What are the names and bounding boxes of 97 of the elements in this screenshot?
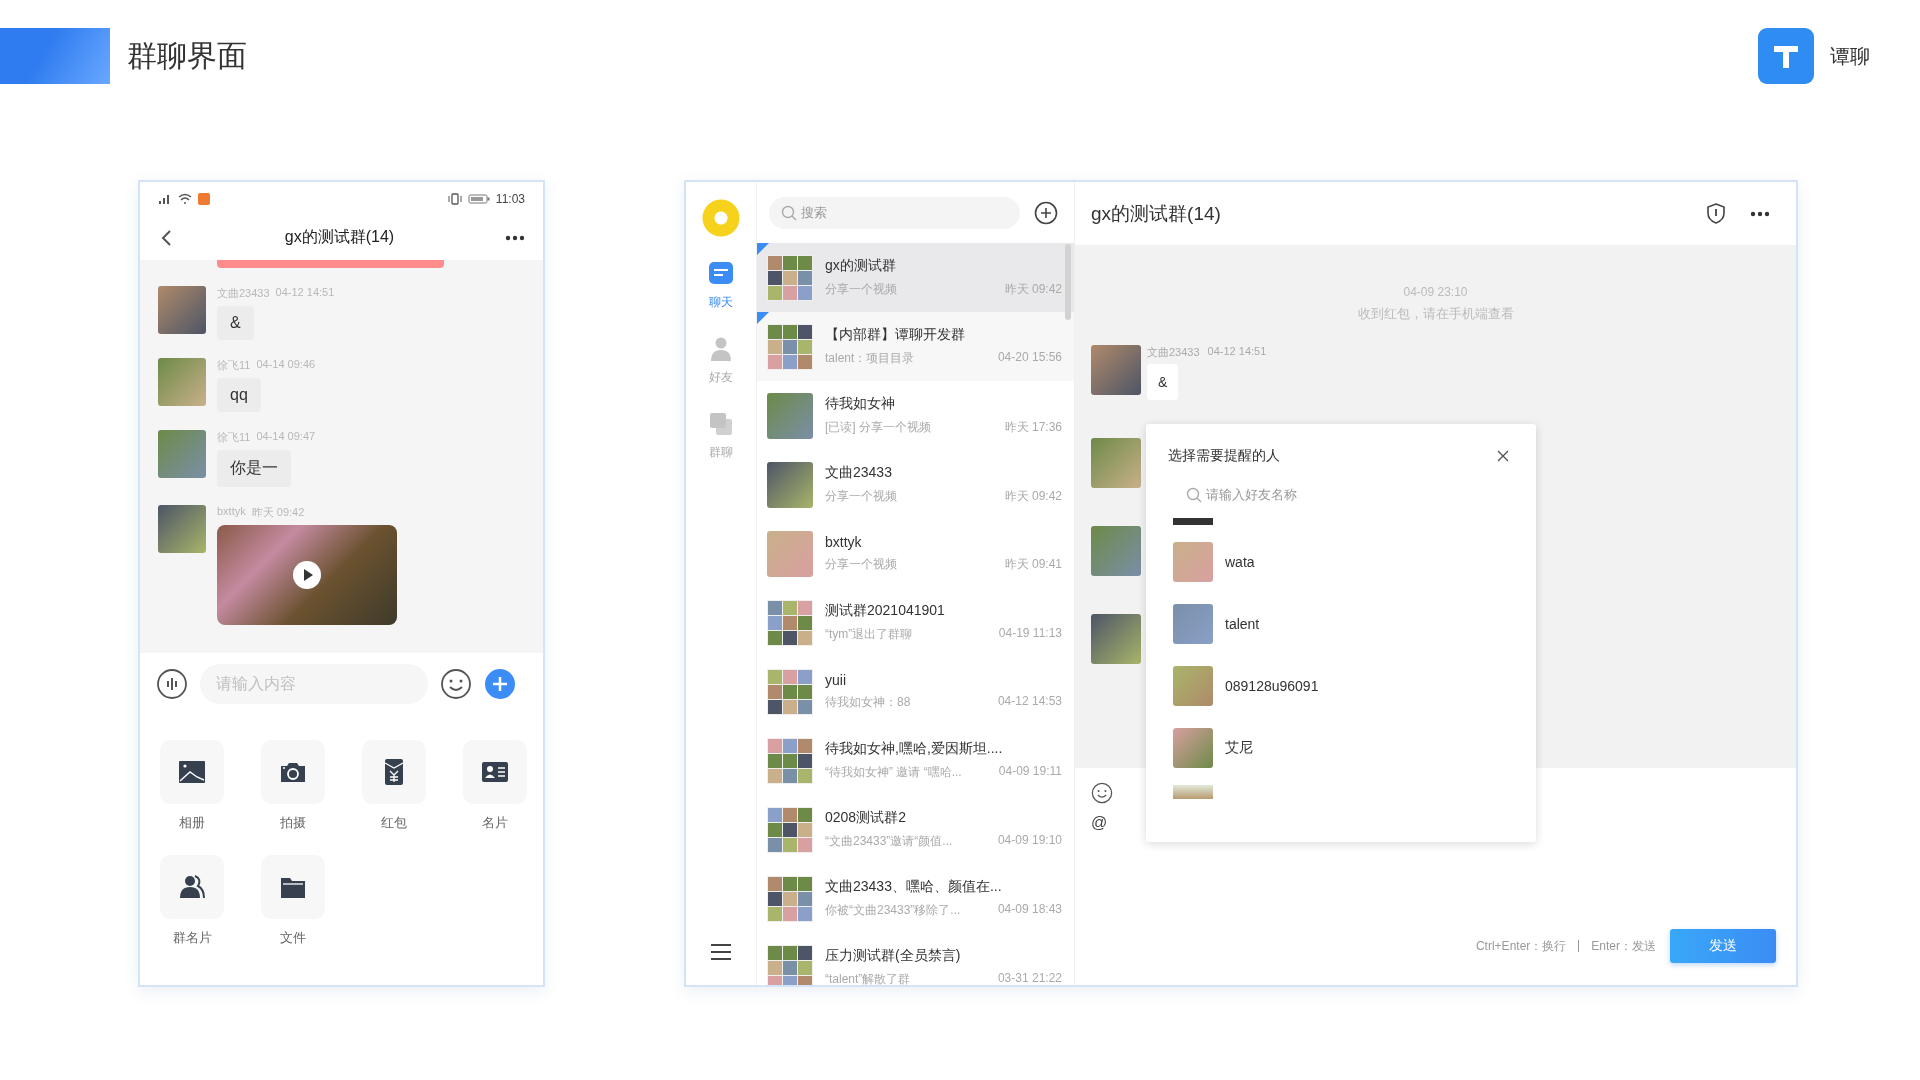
shortcut-hint: Enter：发送 [1591,937,1656,955]
sender-name: 文曲23433 [217,286,270,301]
shield-icon[interactable] [1706,202,1726,225]
message-time: 03-31 21:22 [997,971,1062,985]
conversation-item[interactable]: 文曲23433 分享一个视频 昨天 09:42 [757,450,1074,519]
sender-name: 文曲23433 [1147,345,1200,360]
conversation-item[interactable]: 待我如女神 [已读] 分享一个视频 昨天 17:36 [757,381,1074,450]
message-time: 昨天 09:42 [1004,281,1062,298]
conversation-name: 待我如女神 [825,395,896,413]
conversation-name: 文曲23433 [825,464,893,482]
member-item[interactable]: 艾尼 [1146,723,1536,773]
sender-name: bxttyk [217,505,246,519]
menu-icon[interactable] [709,941,733,963]
shortcut-hint: Ctrl+Enter：换行 [1475,937,1567,955]
group-chat-icon [707,410,735,438]
battery-icon [467,192,490,205]
message-bubble: & [217,306,254,340]
conversation-item[interactable]: yuii 待我如女神：88 04-12 14:53 [757,657,1074,726]
message-time: 04-09 19:10 [997,833,1062,849]
message-preview: [已读] 分享一个视频 [825,419,931,436]
slide-title: 群聊界面 [127,37,247,74]
wifi-icon [178,192,192,205]
message-preview: “待我如女神” 邀请 “嘿哈... [825,764,962,781]
message-time: 昨天 09:41 [1004,556,1062,573]
conversation-item[interactable]: 压力测试群(全员禁言) “talent”解散了群 03-31 21:22 [757,933,1074,985]
message-time: 04-12 14:51 [275,286,335,300]
search-icon [1186,487,1202,503]
conversation-name: yuii [825,672,847,688]
emoji-icon[interactable] [1091,782,1113,804]
message-bubble: 你是一 [217,450,291,487]
group-avatar [767,944,813,985]
mention-button[interactable]: @ [1091,814,1113,832]
conversation-name: bxttyk [825,534,863,550]
message-preview: 分享一个视频 [825,556,897,573]
conversation-name: 测试群2021041901 [825,602,946,620]
vibrate-icon [447,192,462,205]
message-preview: 待我如女神：88 [825,694,911,711]
group-avatar [767,599,813,646]
play-icon[interactable] [292,560,322,590]
chat-title: gx的测试群(14) [1091,201,1222,226]
message-bubble: & [1147,364,1179,400]
group-avatar [767,875,813,922]
conversation-item[interactable]: 待我如女神,嘿哈,爱因斯坦.... “待我如女神” 邀请 “嘿哈... 04-09 19:11 [757,726,1074,795]
conversation-name: 0208测试群2 [825,809,907,827]
message-time: 昨天 09:42 [1004,488,1062,505]
conversation-item[interactable]: 测试群2021041901 “tym”退出了群聊 04-19 11:13 [757,588,1074,657]
message-time: 04-14 09:47 [256,430,316,444]
conversation-name: 压力测试群(全员禁言) [825,947,962,965]
message-time: 04-09 19:11 [998,764,1062,780]
conversation-item[interactable]: 文曲23433、嘿哈、颜值在... 你被“文曲23433”移除了... 04-09 18:43 [757,864,1074,933]
conversation-name: 【内部群】谭聊开发群 [825,326,966,344]
message-preview: “tym”退出了群聊 [825,626,913,643]
sender-name: 徐飞11 [217,358,251,373]
member-item[interactable]: talent [1146,599,1536,649]
group-avatar [767,254,813,301]
message-time: 04-19 11:13 [998,626,1062,642]
conversation-item[interactable]: 0208测试群2 “文曲23433”邀请“颜值... 04-09 19:10 [757,795,1074,864]
conversation-name: 待我如女神,嘿哈,爱因斯坦.... [825,740,1004,758]
message-preview: 分享一个视频 [825,488,897,505]
scroll-bar[interactable] [1065,244,1071,320]
message-preview: “talent”解散了群 [825,971,911,985]
add-icon[interactable] [1034,200,1058,225]
emoji-icon[interactable] [440,668,472,700]
member-item[interactable]: 089128u96091 [1146,661,1536,711]
conversation-item[interactable]: bxttyk 分享一个视频 昨天 09:41 [757,519,1074,588]
status-time: 11:03 [495,191,525,206]
conversation-item[interactable]: 【内部群】谭聊开发群 talent：项目目录 04-20 15:56 [757,312,1074,381]
conversation-name: 文曲23433、嘿哈、颜值在... [825,878,1003,896]
voice-icon[interactable] [156,668,188,700]
message-preview: “文曲23433”邀请“颜值... [825,833,953,850]
notification-icon [198,192,210,205]
dialog-title: 选择需要提醒的人 [1168,447,1280,465]
brand-name: 谭聊 [1830,43,1870,69]
chat-title: gx的测试群(14) [283,227,396,247]
plus-icon[interactable] [484,668,516,700]
message-time: 04-12 14:51 [1207,345,1267,359]
group-avatar [767,668,813,715]
message-preview: talent：项目目录 [825,350,915,367]
close-icon[interactable] [1496,449,1510,463]
message-time: 04-14 09:46 [256,358,316,372]
message-preview: 你被“文曲23433”移除了... [825,902,961,919]
sender-name: 徐飞11 [217,430,251,445]
group-avatar [767,806,813,853]
message-bubble: qq [217,378,261,412]
video-thumbnail[interactable] [217,525,397,625]
nav-tab[interactable]: 聊天 [707,260,735,311]
conversation-name: gx的测试群 [825,257,897,275]
message-time: 昨天 17:36 [1004,419,1062,436]
search-icon [781,204,797,221]
member-item[interactable]: wata [1146,537,1536,587]
group-avatar [767,737,813,784]
message-time: 04-12 14:53 [997,694,1062,710]
group-avatar [767,323,813,370]
message-time: 04-20 15:56 [997,350,1062,366]
search-field[interactable]: 搜索 [769,196,1020,229]
message-time: 04-09 18:43 [997,902,1062,918]
signal-icon [158,192,172,205]
